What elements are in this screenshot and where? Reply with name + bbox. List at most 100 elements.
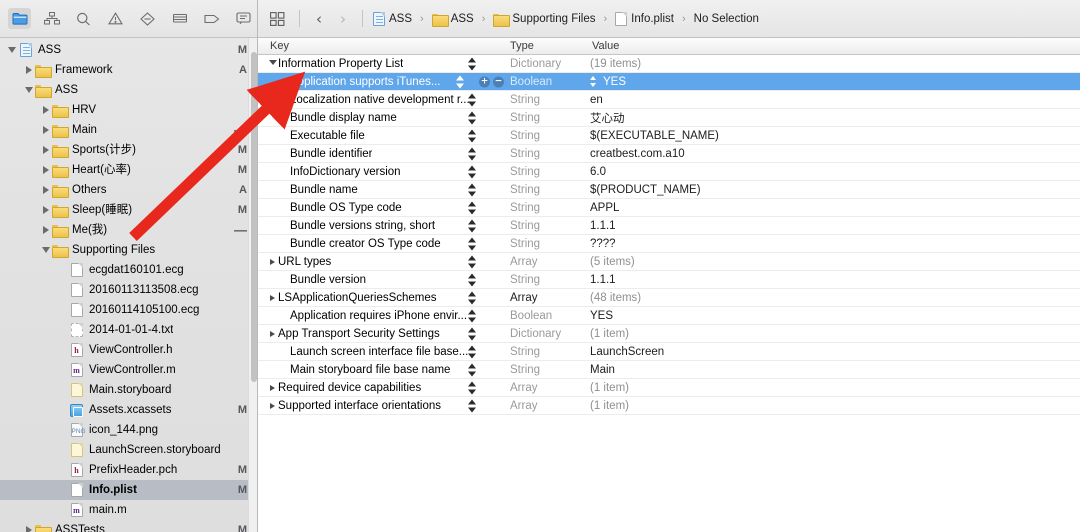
property-disclosure-closed[interactable] bbox=[268, 258, 277, 265]
property-row[interactable]: Executable file String $(EXECUTABLE_NAME) bbox=[258, 127, 1080, 145]
property-row[interactable]: Bundle version String 1.1.1 bbox=[258, 271, 1080, 289]
property-row[interactable]: Supported interface orientations Array (1 … bbox=[258, 397, 1080, 415]
property-value-stepper[interactable] bbox=[468, 291, 476, 304]
column-header-value[interactable]: Value bbox=[590, 40, 1080, 52]
breadcrumb-item-project[interactable]: ASS bbox=[373, 11, 412, 26]
report-navigator-icon[interactable] bbox=[232, 8, 255, 29]
property-row[interactable]: Bundle display name String 艾心动 bbox=[258, 109, 1080, 127]
property-type-cell[interactable]: String bbox=[510, 184, 590, 196]
disclosure-triangle-closed[interactable] bbox=[40, 226, 51, 234]
property-value-cell[interactable]: en bbox=[590, 94, 1080, 106]
property-key-cell[interactable]: Supported interface orientations bbox=[258, 399, 510, 412]
disclosure-triangle-open[interactable] bbox=[23, 87, 34, 93]
property-key-cell[interactable]: Application supports iTunes... + − bbox=[258, 75, 510, 88]
property-value-stepper[interactable] bbox=[468, 111, 476, 124]
property-value-cell[interactable]: YES bbox=[590, 76, 1080, 88]
property-disclosure-closed[interactable] bbox=[268, 294, 277, 301]
property-key-cell[interactable]: Bundle creator OS Type code bbox=[258, 237, 510, 250]
breadcrumb-item-group[interactable]: ASS bbox=[431, 13, 474, 27]
property-value-cell[interactable]: LaunchScreen bbox=[590, 346, 1080, 358]
property-value-cell[interactable]: creatbest.com.a10 bbox=[590, 148, 1080, 160]
property-value-cell[interactable]: (48 items) bbox=[590, 292, 1080, 304]
symbol-navigator-icon[interactable] bbox=[40, 8, 63, 29]
property-type-cell[interactable]: String bbox=[510, 274, 590, 286]
property-key-cell[interactable]: Bundle display name bbox=[258, 111, 510, 124]
property-row[interactable]: Bundle OS Type code String APPL bbox=[258, 199, 1080, 217]
property-type-cell[interactable]: String bbox=[510, 346, 590, 358]
property-value-cell[interactable]: $(EXECUTABLE_NAME) bbox=[590, 130, 1080, 142]
property-value-cell[interactable]: YES bbox=[590, 310, 1080, 322]
file-tree-item[interactable]: h ViewController.h bbox=[0, 340, 257, 360]
property-type-cell[interactable]: String bbox=[510, 112, 590, 124]
disclosure-triangle-closed[interactable] bbox=[40, 146, 51, 154]
file-tree-item[interactable]: ecgdat160101.ecg bbox=[0, 260, 257, 280]
disclosure-triangle-closed[interactable] bbox=[40, 186, 51, 194]
breadcrumb-item-file[interactable]: Info.plist bbox=[615, 11, 674, 26]
find-navigator-icon[interactable] bbox=[72, 8, 95, 29]
property-value-stepper[interactable] bbox=[468, 237, 476, 250]
file-tree-item[interactable]: ASSTests M bbox=[0, 520, 257, 532]
property-key-cell[interactable]: Localization native development r... bbox=[258, 93, 510, 106]
property-row[interactable]: Launch screen interface file base... Stri… bbox=[258, 343, 1080, 361]
property-value-stepper[interactable] bbox=[468, 219, 476, 232]
property-type-cell[interactable]: Array bbox=[510, 256, 590, 268]
file-tree-item[interactable]: Heart(心率) M bbox=[0, 160, 257, 180]
file-tree-item[interactable]: PNG icon_144.png bbox=[0, 420, 257, 440]
column-header-key[interactable]: Key bbox=[258, 40, 510, 52]
property-key-cell[interactable]: Executable file bbox=[258, 129, 510, 142]
file-tree-item[interactable]: HRV bbox=[0, 100, 257, 120]
issue-navigator-icon[interactable] bbox=[104, 8, 127, 29]
file-tree-item[interactable]: 2014-01-01-4.txt bbox=[0, 320, 257, 340]
property-value-cell[interactable]: (19 items) bbox=[590, 58, 1080, 70]
disclosure-triangle-closed[interactable] bbox=[40, 126, 51, 134]
property-row[interactable]: Bundle name String $(PRODUCT_NAME) bbox=[258, 181, 1080, 199]
property-value-stepper[interactable] bbox=[468, 147, 476, 160]
project-navigator-icon[interactable] bbox=[8, 8, 31, 29]
property-value-stepper[interactable] bbox=[468, 381, 476, 394]
property-value-stepper[interactable] bbox=[468, 273, 476, 286]
breadcrumb-item-selection[interactable]: No Selection bbox=[694, 13, 759, 25]
property-disclosure-closed[interactable] bbox=[268, 402, 277, 409]
property-type-cell[interactable]: Boolean bbox=[510, 76, 590, 88]
property-key-cell[interactable]: Bundle OS Type code bbox=[258, 201, 510, 214]
property-value-cell[interactable]: 艾心动 bbox=[590, 110, 1080, 126]
property-type-cell[interactable]: String bbox=[510, 202, 590, 214]
property-type-cell[interactable]: String bbox=[510, 166, 590, 178]
debug-navigator-icon[interactable] bbox=[168, 8, 191, 29]
property-row-selected[interactable]: Application supports iTunes... + − Boolean Y… bbox=[258, 73, 1080, 91]
property-type-cell[interactable]: String bbox=[510, 364, 590, 376]
property-type-cell[interactable]: String bbox=[510, 94, 590, 106]
file-tree-item[interactable]: Sports(计步) M bbox=[0, 140, 257, 160]
property-type-cell[interactable]: Dictionary bbox=[510, 58, 590, 70]
navigator-scrollbar[interactable] bbox=[248, 38, 257, 532]
property-value-stepper[interactable] bbox=[468, 327, 476, 340]
property-value-stepper[interactable] bbox=[468, 309, 476, 322]
property-key-cell[interactable]: Main storyboard file base name bbox=[258, 363, 510, 376]
property-value-cell[interactable]: (1 item) bbox=[590, 328, 1080, 340]
navigator-scrollbar-thumb[interactable] bbox=[251, 52, 257, 382]
file-tree[interactable]: ASS M Framework A ASS HRV Main — Sports(计步) M Hear… bbox=[0, 38, 257, 532]
property-row[interactable]: Bundle creator OS Type code String???? bbox=[258, 235, 1080, 253]
property-row[interactable]: Required device capabilities Array (1 item… bbox=[258, 379, 1080, 397]
property-value-cell[interactable]: $(PRODUCT_NAME) bbox=[590, 184, 1080, 196]
property-list-editor[interactable]: Key Type Value Information Property List… bbox=[258, 38, 1080, 532]
property-type-cell[interactable]: String bbox=[510, 130, 590, 142]
property-value-cell[interactable]: APPL bbox=[590, 202, 1080, 214]
breadcrumb-item-supporting-files[interactable]: Supporting Files bbox=[493, 13, 595, 27]
property-type-cell[interactable]: Boolean bbox=[510, 310, 590, 322]
breakpoint-navigator-icon[interactable] bbox=[200, 8, 223, 29]
test-navigator-icon[interactable] bbox=[136, 8, 159, 29]
property-row[interactable]: Bundle identifier String creatbest.com.a10 bbox=[258, 145, 1080, 163]
back-button[interactable]: ‹ bbox=[310, 9, 328, 29]
disclosure-triangle-open[interactable] bbox=[6, 47, 17, 53]
property-type-cell[interactable]: String bbox=[510, 148, 590, 160]
disclosure-triangle-open[interactable] bbox=[40, 247, 51, 253]
property-value-stepper[interactable] bbox=[468, 93, 476, 106]
property-value-stepper[interactable] bbox=[468, 255, 476, 268]
file-tree-item[interactable]: Others A bbox=[0, 180, 257, 200]
disclosure-triangle-closed[interactable] bbox=[23, 526, 34, 532]
property-value-stepper[interactable] bbox=[468, 201, 476, 214]
property-value-stepper[interactable] bbox=[468, 165, 476, 178]
property-row[interactable]: Information Property List Dictionary (19 i… bbox=[258, 55, 1080, 73]
property-value-cell[interactable]: 1.1.1 bbox=[590, 220, 1080, 232]
